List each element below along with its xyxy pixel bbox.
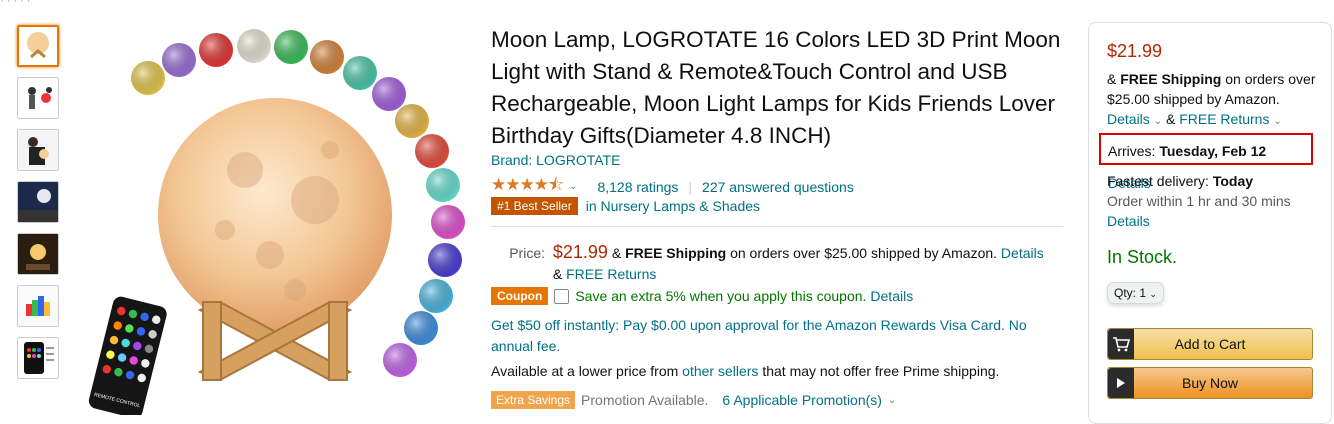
quantity-select[interactable]: Qty: 1 ⌄ <box>1107 282 1164 304</box>
color-orb-shine <box>426 168 460 202</box>
promotion-available-text: Promotion Available. <box>581 392 709 408</box>
buybox-free-returns-link[interactable]: FREE Returns <box>1179 111 1269 127</box>
chevron-down-icon[interactable]: ⌄ <box>1273 116 1281 127</box>
price-amp: & <box>611 245 622 261</box>
product-image[interactable]: REMOTE CONTROL <box>75 20 475 415</box>
fastest-label: Fastest delivery: <box>1107 173 1209 189</box>
availability-note: Available at a lower price from other se… <box>491 363 999 379</box>
availability-suffix: that may not offer free Prime shipping. <box>762 363 1000 379</box>
color-orb-shine <box>404 311 438 345</box>
color-orb-shine <box>431 205 465 239</box>
best-seller-row: #1 Best Seller in Nursery Lamps & Shades <box>491 197 760 215</box>
extra-savings-row: Extra Savings Promotion Available. 6 App… <box>491 391 896 409</box>
arrives-highlight: Arrives: Tuesday, Feb 12 Details <box>1099 133 1313 191</box>
buy-now-button[interactable]: Buy Now <box>1107 367 1313 399</box>
thumbnail-night-room[interactable] <box>17 181 59 223</box>
color-orb-shine <box>428 243 462 277</box>
chevron-down-icon[interactable]: ⌄ <box>569 181 577 192</box>
buybox-shipping: & FREE Shipping on orders over $25.00 sh… <box>1107 69 1322 132</box>
coupon-row: Coupon Save an extra 5% when you apply t… <box>491 287 913 305</box>
add-to-cart-label: Add to Cart <box>1174 336 1246 352</box>
thumbnail-strip <box>17 25 61 389</box>
color-orb-shine <box>372 77 406 111</box>
free-returns-link[interactable]: FREE Returns <box>566 266 656 282</box>
add-to-cart-button[interactable]: Add to Cart <box>1107 328 1313 360</box>
thumbnail-remote[interactable] <box>17 337 59 379</box>
color-orb-shine <box>395 104 429 138</box>
brand-link-text[interactable]: Brand: LOGROTATE <box>491 152 620 168</box>
cart-icon <box>1108 329 1134 359</box>
availability-prefix: Available at a lower price from <box>491 363 679 379</box>
buybox-free-shipping: FREE Shipping <box>1120 71 1222 87</box>
product-title: Moon Lamp, LOGROTATE 16 Colors LED 3D Pr… <box>491 27 1061 148</box>
stock-status: In Stock. <box>1107 247 1178 267</box>
color-orb-shine <box>199 33 233 67</box>
free-shipping-label: FREE Shipping <box>625 245 727 261</box>
coupon-badge: Coupon <box>491 287 549 305</box>
rating-separator: | <box>688 178 693 195</box>
ratings-count-link[interactable]: 8,128 ratings <box>597 179 678 195</box>
price-label: Price: <box>509 245 545 261</box>
thumbnail-moon-lamp[interactable] <box>17 25 59 67</box>
remote-control-image: REMOTE CONTROL <box>88 296 167 415</box>
color-orb-shine <box>274 30 308 64</box>
applicable-promotions-link[interactable]: 6 Applicable Promotion(s) <box>722 392 882 408</box>
moon-sphere <box>158 98 392 332</box>
quantity-value: Qty: 1 <box>1114 286 1147 300</box>
chevron-down-icon[interactable]: ⌄ <box>888 395 896 406</box>
rewards-card-offer[interactable]: Get $50 off instantly: Pay $0.00 upon ap… <box>491 315 1051 357</box>
best-seller-badge[interactable]: #1 Best Seller <box>491 197 578 215</box>
color-orb-shine <box>383 343 417 377</box>
other-sellers-link[interactable]: other sellers <box>682 363 758 379</box>
buybox-price: $21.99 <box>1107 41 1163 61</box>
fastest-day: Today <box>1212 173 1254 189</box>
color-orb-shine <box>131 61 165 95</box>
order-within: Order within 1 hr and 30 mins <box>1107 193 1291 209</box>
color-orb-shine <box>162 43 196 77</box>
play-icon <box>1108 368 1134 398</box>
color-orb-shine <box>310 40 344 74</box>
divider <box>491 226 1063 227</box>
arrives-label: Arrives: <box>1108 143 1156 159</box>
coupon-checkbox[interactable] <box>554 288 570 304</box>
returns-amp: & <box>552 266 563 282</box>
buy-now-label: Buy Now <box>1181 375 1239 391</box>
brand-link[interactable]: Brand: LOGROTATE <box>491 152 620 168</box>
buybox-details-link[interactable]: Details <box>1107 111 1150 127</box>
price-block: Price: $21.99 & FREE Shipping on orders … <box>491 242 1061 285</box>
breadcrumb-fragment: · · · · · <box>0 0 31 6</box>
color-orb-shine <box>415 134 449 168</box>
coupon-details-link[interactable]: Details <box>870 288 913 304</box>
color-orb-shine <box>419 279 453 313</box>
thumbnail-color-chart[interactable] <box>17 285 59 327</box>
thumbnail-lamp-dark[interactable] <box>17 233 59 275</box>
chevron-down-icon: ⌄ <box>1149 289 1157 299</box>
coupon-text: Save an extra 5% when you apply this cou… <box>575 288 867 304</box>
buy-box: $21.99 & FREE Shipping on orders over $2… <box>1088 22 1332 424</box>
extra-savings-badge: Extra Savings <box>491 391 576 409</box>
answered-questions-link[interactable]: 227 answered questions <box>702 179 854 195</box>
color-orb-shine <box>237 29 271 63</box>
thumbnail-couple-gift[interactable] <box>17 77 59 119</box>
thumbnail-couple-hug[interactable] <box>17 129 59 171</box>
shipping-details-link[interactable]: Details <box>1001 245 1044 261</box>
color-orb-shine <box>343 56 377 90</box>
fastest-delivery: Fastest delivery: Today Order within 1 h… <box>1107 171 1322 231</box>
arrives-date: Tuesday, Feb 12 <box>1159 143 1267 159</box>
price-value: $21.99 <box>552 242 608 262</box>
shipping-terms: on orders over $25.00 shipped by Amazon. <box>730 245 998 261</box>
best-seller-category-link[interactable]: in Nursery Lamps & Shades <box>586 198 760 214</box>
buybox-returns-amp: & <box>1165 111 1176 127</box>
chevron-down-icon[interactable]: ⌄ <box>1154 116 1162 127</box>
buybox-ship-amp: & <box>1107 71 1117 87</box>
fastest-details-link[interactable]: Details <box>1107 213 1150 229</box>
